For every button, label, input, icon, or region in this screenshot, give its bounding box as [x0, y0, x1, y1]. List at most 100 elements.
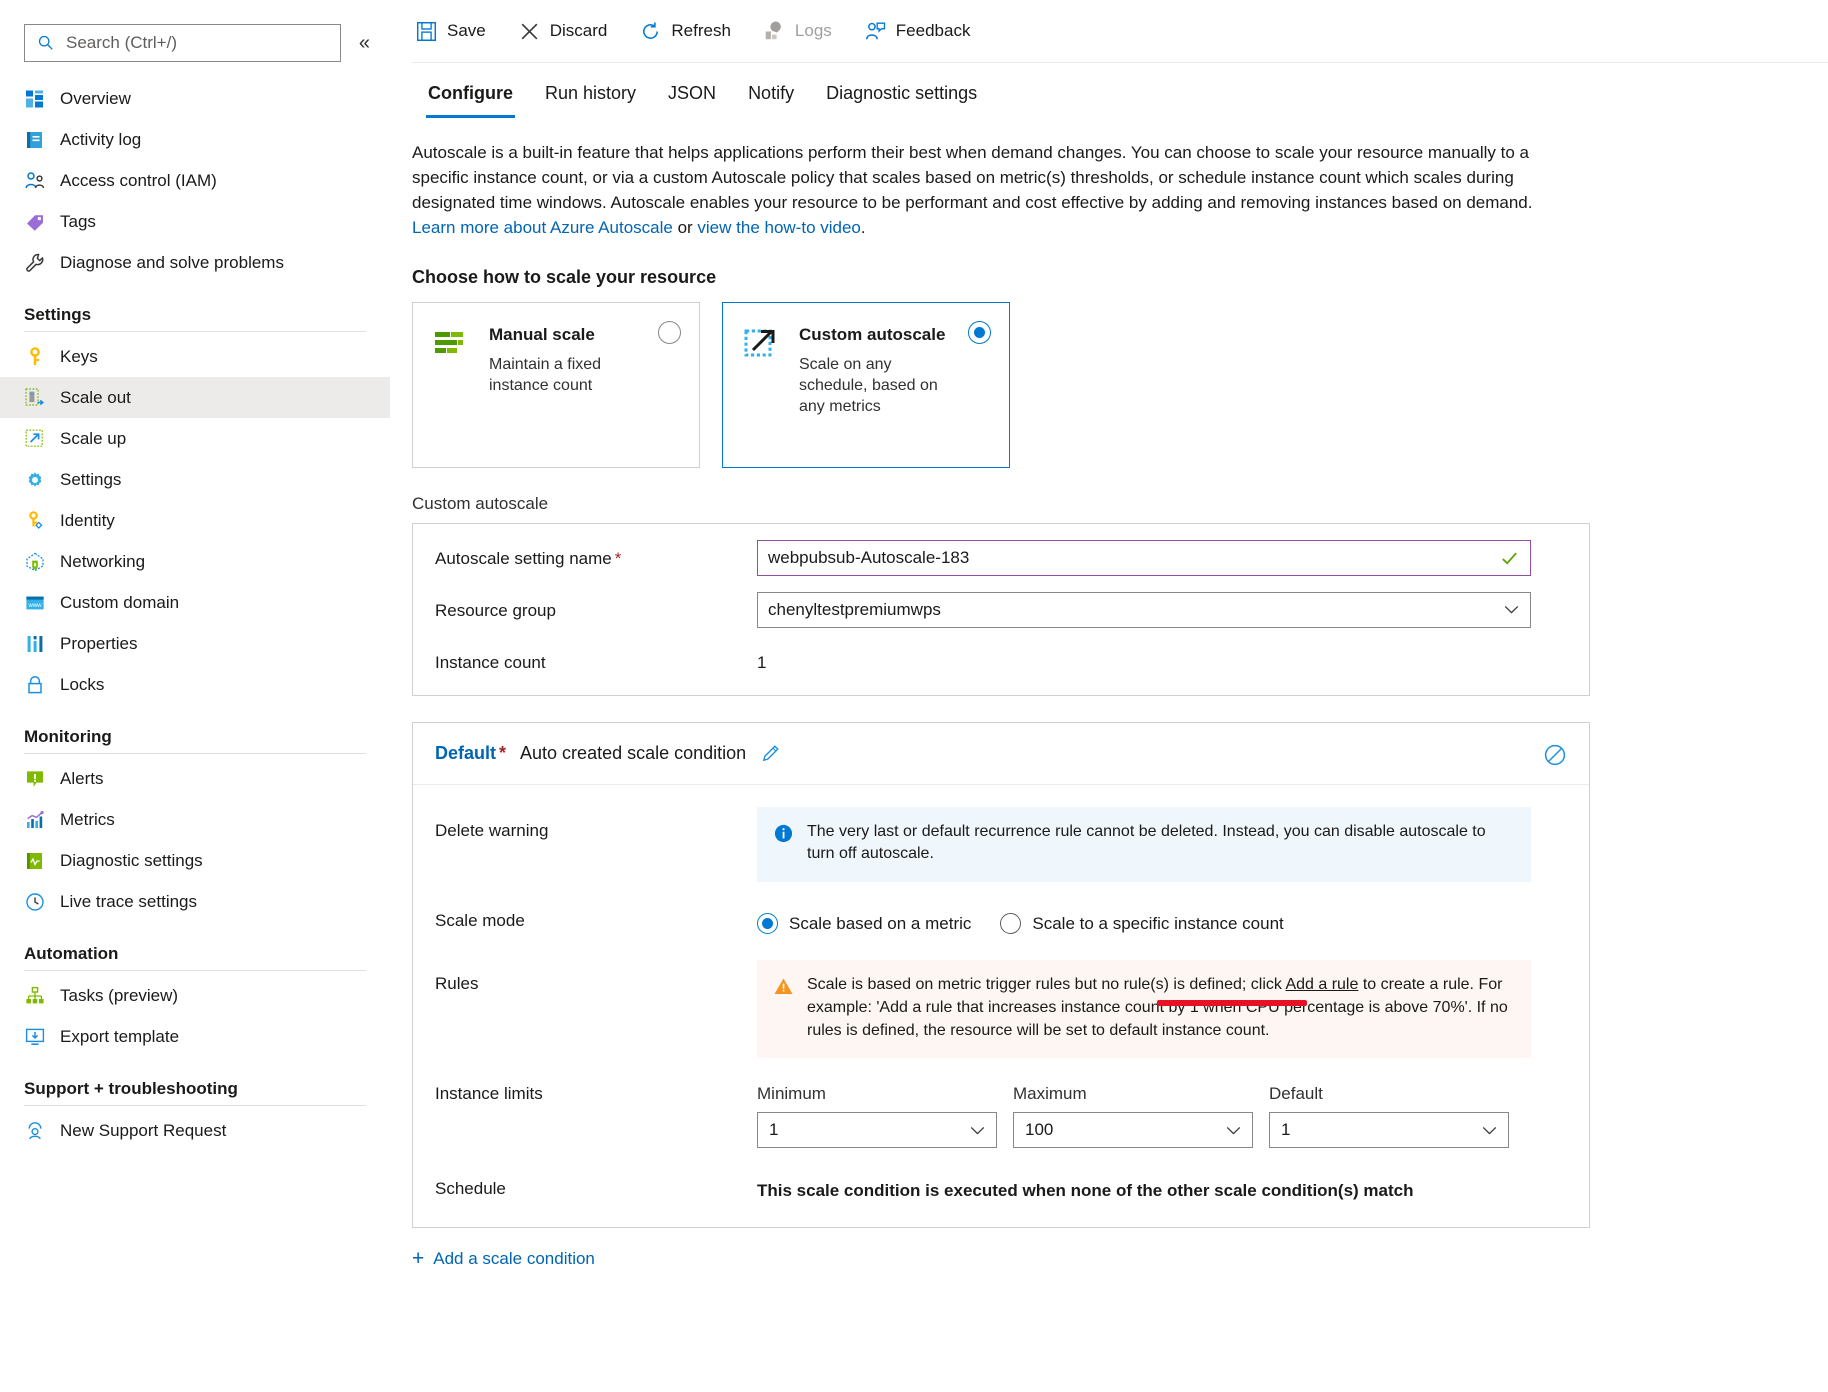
annotation-underline: [1157, 1000, 1307, 1007]
autoscale-setting-name-input[interactable]: [757, 539, 1531, 576]
autoscale-setting-name-label: Autoscale setting name *: [435, 540, 757, 569]
sidebar-item-tasks[interactable]: Tasks (preview): [0, 975, 390, 1016]
chevron-down-icon: [1226, 1126, 1241, 1135]
sidebar-item-tags[interactable]: Tags: [0, 201, 390, 242]
sidebar-item-locks[interactable]: Locks: [0, 664, 390, 705]
divider: [24, 970, 366, 971]
default-text: Default: [435, 742, 497, 763]
default-select[interactable]: 1: [1269, 1112, 1509, 1149]
sidebar-item-keys[interactable]: Keys: [0, 336, 390, 377]
sidebar-group-support-items: New Support Request: [0, 1110, 390, 1151]
choose-scale-heading: Choose how to scale your resource: [412, 266, 717, 287]
sidebar-group-support: Support + troubleshooting: [0, 1079, 390, 1106]
sidebar-group-automation: Automation: [0, 944, 390, 971]
minimum-select[interactable]: 1: [757, 1112, 997, 1149]
maximum-caption: Maximum: [1013, 1084, 1087, 1104]
custom-autoscale-icon: [744, 329, 775, 357]
resource-group-row: Resource group chenyltestpremiumwps: [413, 576, 1589, 628]
scale-based-on-metric-option[interactable]: Scale based on a metric: [757, 913, 972, 935]
refresh-label: Refresh: [671, 21, 731, 40]
scale-based-on-metric-radio[interactable]: [757, 913, 778, 935]
tab-run-history[interactable]: Run history: [529, 73, 652, 118]
custom-autoscale-card[interactable]: Custom autoscale Scale on any schedule, …: [722, 301, 1010, 468]
sidebar-item-export-template[interactable]: Export template: [0, 1016, 390, 1057]
add-a-rule-link[interactable]: Add a rule: [1285, 976, 1358, 993]
sidebar-top-nav: Overview Activity log Access control (IA…: [0, 78, 390, 283]
learn-more-link[interactable]: Learn more about Azure Autoscale: [412, 218, 673, 237]
pencil-icon[interactable]: [760, 743, 781, 764]
custom-autoscale-title: Custom autoscale: [799, 324, 946, 344]
sidebar-item-diagnose-and-solve-problems[interactable]: Diagnose and solve problems: [0, 242, 390, 283]
maximum-select[interactable]: 100: [1013, 1112, 1253, 1149]
close-icon: [521, 23, 538, 39]
chevron-down-icon: [970, 1126, 985, 1135]
logs-button[interactable]: Logs: [760, 15, 835, 48]
custom-autoscale-radio[interactable]: [968, 320, 991, 344]
default-value: 1: [1281, 1120, 1291, 1140]
access-control-icon: [25, 171, 45, 188]
scale-to-instance-count-option[interactable]: Scale to a specific instance count: [1000, 913, 1284, 935]
properties-icon: [27, 635, 43, 652]
schedule-row: Schedule This scale condition is execute…: [413, 1148, 1589, 1201]
tab-configure[interactable]: Configure: [412, 73, 529, 118]
how-to-video-link[interactable]: view the how-to video: [697, 218, 860, 237]
gear-icon: [28, 471, 42, 487]
rules-row: Rules Scale is based on metric trigger r…: [413, 934, 1589, 1059]
sidebar-group-settings-items: Keys Scale out Scale up Settings Identit…: [0, 336, 390, 705]
sidebar-item-networking[interactable]: Networking: [0, 541, 390, 582]
tab-notify[interactable]: Notify: [732, 73, 810, 118]
sidebar-item-custom-domain[interactable]: www Custom domain: [0, 582, 390, 623]
collapse-sidebar-button[interactable]: «: [353, 29, 376, 57]
autoscale-setting-name-field: [757, 539, 1531, 576]
scale-condition-header: Default * Auto created scale condition: [413, 723, 1589, 785]
sidebar-item-alerts[interactable]: Alerts: [0, 758, 390, 799]
scale-mode-options: Scale based on a metric Scale to a speci…: [757, 908, 1302, 935]
sidebar-group-title: Monitoring: [24, 727, 112, 746]
sidebar-item-activity-log[interactable]: Activity log: [0, 119, 390, 160]
save-button[interactable]: Save: [412, 15, 489, 48]
intro-text: Autoscale is a built-in feature that hel…: [412, 143, 1533, 213]
manual-scale-radio[interactable]: [658, 320, 681, 344]
sidebar-item-new-support-request[interactable]: New Support Request: [0, 1110, 390, 1151]
sidebar-item-settings[interactable]: Settings: [0, 459, 390, 500]
sidebar-group-title: Settings: [24, 305, 92, 324]
resource-group-select[interactable]: chenyltestpremiumwps: [757, 591, 1531, 628]
sidebar-item-live-trace-settings[interactable]: Live trace settings: [0, 881, 390, 922]
sidebar-item-identity[interactable]: Identity: [0, 500, 390, 541]
sidebar-item-metrics[interactable]: Metrics: [0, 799, 390, 840]
sidebar-item-label: Activity log: [60, 129, 142, 149]
rules-text-before: Scale is based on metric trigger rules b…: [807, 976, 1286, 994]
sidebar-item-label: New Support Request: [60, 1120, 227, 1140]
add-scale-condition-button[interactable]: + Add a scale condition: [412, 1248, 1828, 1269]
logs-label: Logs: [794, 21, 832, 40]
sidebar-item-scale-up[interactable]: Scale up: [0, 418, 390, 459]
sidebar-group-monitoring-items: Alerts Metrics Diagnostic settings Live …: [0, 758, 390, 922]
search-input[interactable]: Search (Ctrl+/): [24, 24, 341, 62]
tab-diagnostic-settings[interactable]: Diagnostic settings: [810, 73, 993, 118]
sidebar-item-label: Diagnostic settings: [60, 850, 203, 870]
diagnostic-settings-icon: [27, 852, 42, 869]
tab-bar: Configure Run history JSON Notify Diagno…: [390, 73, 1828, 118]
label-text: Autoscale setting name: [435, 548, 612, 568]
manual-scale-card[interactable]: Manual scale Maintain a fixed instance c…: [412, 301, 700, 468]
refresh-icon: [643, 22, 659, 39]
feedback-button[interactable]: Feedback: [861, 15, 974, 48]
disable-icon[interactable]: [1543, 743, 1567, 767]
svg-text:www: www: [28, 603, 43, 609]
sidebar-item-scale-out[interactable]: Scale out: [0, 377, 390, 418]
sidebar-item-overview[interactable]: Overview: [0, 78, 390, 119]
sidebar-item-label: Alerts: [60, 768, 104, 788]
sidebar-item-diagnostic-settings[interactable]: Diagnostic settings: [0, 840, 390, 881]
tab-json[interactable]: JSON: [652, 73, 732, 118]
sidebar-item-label: Settings: [60, 469, 122, 489]
refresh-button[interactable]: Refresh: [636, 15, 734, 48]
scale-based-on-metric-label: Scale based on a metric: [789, 913, 972, 933]
sidebar-item-access-control[interactable]: Access control (IAM): [0, 160, 390, 201]
maximum-limit-col: Maximum 100: [1013, 1084, 1253, 1149]
sidebar-item-properties[interactable]: Properties: [0, 623, 390, 664]
sidebar-item-label: Access control (IAM): [60, 170, 217, 190]
sidebar-item-label: Custom domain: [60, 592, 180, 612]
discard-button[interactable]: Discard: [515, 15, 611, 48]
intro-conjunction: or: [672, 218, 698, 238]
scale-to-instance-count-radio[interactable]: [1000, 913, 1022, 935]
